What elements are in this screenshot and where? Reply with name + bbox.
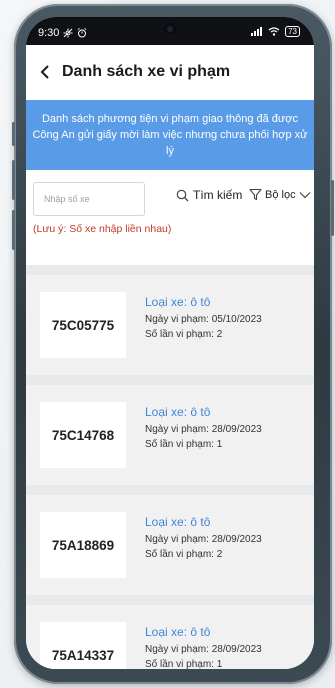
violation-count: Số lần vi phạm: 2 bbox=[145, 549, 223, 560]
phone-side-button bbox=[331, 180, 334, 236]
violation-date: Ngày vi phạm: 28/09/2023 bbox=[145, 424, 262, 435]
camera-notch bbox=[164, 23, 176, 35]
status-time-group: 9:30 bbox=[38, 27, 87, 39]
vehicle-info: Loại xe: ô tô Ngày vi phạm: 28/09/2023 S… bbox=[145, 515, 262, 562]
search-button[interactable]: Tìm kiếm bbox=[176, 188, 242, 202]
back-button[interactable] bbox=[28, 55, 62, 89]
filter-area: Tìm kiếm Bộ lọc (Lưu ý: Số xe nhập liền … bbox=[26, 170, 314, 265]
battery-level: 73 bbox=[285, 26, 300, 37]
alarm-icon bbox=[78, 28, 87, 38]
license-plate: 75C05775 bbox=[40, 292, 126, 358]
status-time: 9:30 bbox=[38, 27, 60, 39]
status-bar: 9:30 73 bbox=[26, 17, 314, 45]
violation-count: Số lần vi phạm: 1 bbox=[145, 659, 223, 669]
phone-side-button bbox=[12, 160, 15, 200]
vehicle-type: Loại xe: ô tô bbox=[145, 625, 211, 639]
vehicle-card[interactable]: 75A14337 Loại xe: ô tô Ngày vi phạm: 28/… bbox=[26, 605, 314, 669]
vehicle-card[interactable]: 75A18869 Loại xe: ô tô Ngày vi phạm: 28/… bbox=[26, 495, 314, 595]
license-plate: 75C14768 bbox=[40, 402, 126, 468]
app-header: Danh sách xe vi phạm bbox=[26, 45, 314, 99]
vehicle-type: Loại xe: ô tô bbox=[145, 515, 211, 529]
signal-icon bbox=[251, 27, 263, 36]
violation-date: Ngày vi phạm: 05/10/2023 bbox=[145, 314, 262, 325]
vehicle-list: 75C05775 Loại xe: ô tô Ngày vi phạm: 05/… bbox=[26, 265, 314, 669]
app-screen: 9:30 73 Danh sách xe vi phạm Danh sách p… bbox=[26, 17, 314, 669]
license-plate: 75A18869 bbox=[40, 512, 126, 578]
status-icons: 73 bbox=[251, 26, 300, 37]
plate-search-input[interactable] bbox=[33, 182, 145, 216]
info-banner: Danh sách phương tiện vi phạm giao thông… bbox=[26, 100, 314, 170]
vehicle-info: Loại xe: ô tô Ngày vi phạm: 28/09/2023 S… bbox=[145, 405, 262, 452]
vehicle-card[interactable]: 75C05775 Loại xe: ô tô Ngày vi phạm: 05/… bbox=[26, 275, 314, 375]
violation-count: Số lần vi phạm: 1 bbox=[145, 439, 223, 450]
vehicle-info: Loại xe: ô tô Ngày vi phạm: 05/10/2023 S… bbox=[145, 295, 262, 342]
violation-date: Ngày vi phạm: 28/09/2023 bbox=[145, 534, 262, 545]
phone-side-button bbox=[12, 122, 15, 146]
banner-text: Danh sách phương tiện vi phạm giao thông… bbox=[32, 113, 308, 157]
violation-count: Số lần vi phạm: 2 bbox=[145, 329, 223, 340]
phone-side-button bbox=[12, 210, 15, 250]
search-button-label: Tìm kiếm bbox=[193, 188, 243, 202]
vehicle-type: Loại xe: ô tô bbox=[145, 295, 211, 309]
filter-icon bbox=[249, 188, 262, 201]
wifi-icon bbox=[268, 27, 280, 36]
search-icon bbox=[176, 189, 189, 201]
filter-button-label: Bộ lọc bbox=[265, 188, 296, 201]
vehicle-card[interactable]: 75C14768 Loại xe: ô tô Ngày vi phạm: 28/… bbox=[26, 385, 314, 485]
sun-off-icon bbox=[63, 28, 73, 38]
vehicle-type: Loại xe: ô tô bbox=[145, 405, 211, 419]
filter-button[interactable]: Bộ lọc bbox=[249, 188, 311, 201]
vehicle-info: Loại xe: ô tô Ngày vi phạm: 28/09/2023 S… bbox=[145, 625, 262, 669]
input-note: (Lưu ý: Số xe nhập liền nhau) bbox=[33, 223, 172, 235]
violation-date: Ngày vi phạm: 28/09/2023 bbox=[145, 644, 262, 655]
chevron-down-icon bbox=[299, 191, 311, 198]
license-plate: 75A14337 bbox=[40, 622, 126, 669]
page-title: Danh sách xe vi phạm bbox=[62, 63, 231, 80]
chevron-left-icon bbox=[40, 65, 49, 79]
